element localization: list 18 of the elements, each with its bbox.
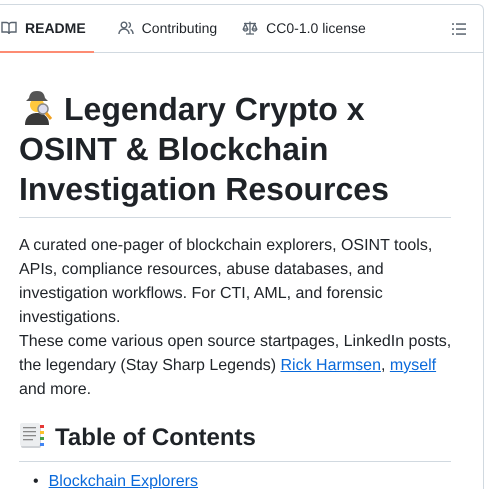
bookmark-tabs-icon <box>19 422 47 450</box>
link[interactable]: Rick Harmsen <box>280 357 381 374</box>
toc-link[interactable]: Blockchain Explorers <box>48 472 198 489</box>
readme-title: Legendary Crypto x <box>64 91 365 127</box>
book-icon <box>1 20 17 36</box>
paragraph: These come various open source startpages, LinkedIn posts, the legendary (Stay Sharp Legends) Rick Harmsen, myself and more. <box>19 332 452 400</box>
link[interactable]: myself <box>390 357 436 374</box>
readme-title: Investigation Resources <box>19 171 389 207</box>
section-heading: Table of Contents <box>55 424 256 451</box>
people-icon <box>118 20 134 36</box>
tab[interactable]: CC0-1.0 license <box>241 5 374 53</box>
tab[interactable]: Contributing <box>110 5 226 53</box>
paragraph: A curated one-pager of blockchain explorers, OSINT tools, APIs, compliance resources, abuse databases, and investigation workflows. For CTI, AML, and forensic investigations. <box>19 236 434 328</box>
readme-title: OSINT & Blockchain <box>19 131 328 167</box>
bullet: • <box>33 472 39 489</box>
tab[interactable]: README <box>0 5 94 53</box>
scale-icon <box>242 20 258 36</box>
outline-menu-icon[interactable] <box>451 20 467 36</box>
